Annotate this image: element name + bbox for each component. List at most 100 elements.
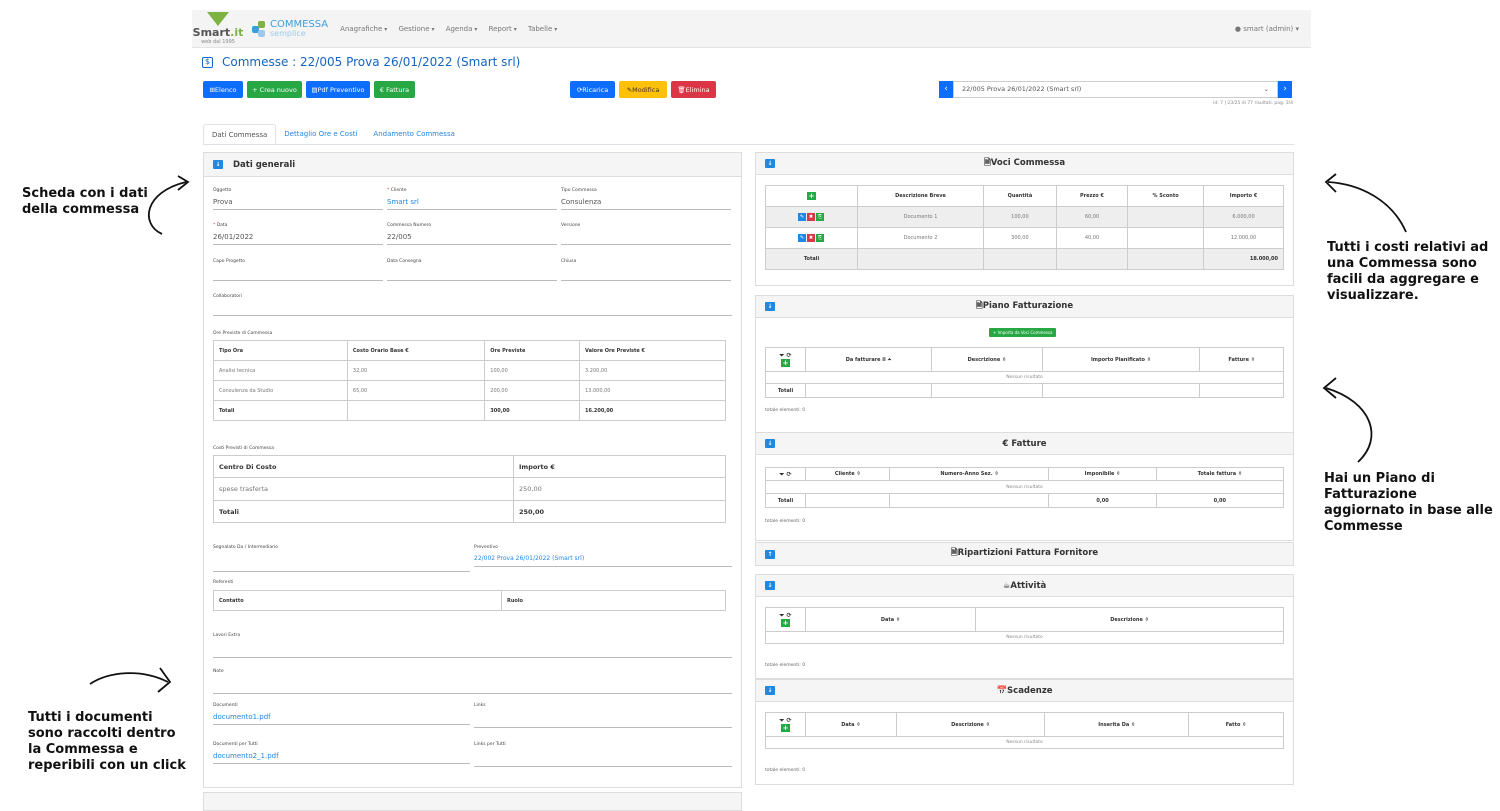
record-select[interactable]: 22/005 Prova 26/01/2022 (Smart srl) ⌄ (953, 81, 1278, 98)
reset-icon[interactable]: ⟳ (786, 717, 791, 724)
page-title: $ Commesse : 22/005 Prova 26/01/2022 (Sma… (202, 55, 520, 69)
table-row: Analisi tecnica 32,00 100,00 3.200,00 (213, 360, 726, 381)
menu-agenda[interactable]: Agenda (446, 25, 478, 33)
totale-elementi: totale elementi: 0 (765, 408, 806, 413)
collapse-toggle[interactable]: ↓ (213, 160, 223, 169)
collapse-toggle[interactable]: ↓ (765, 686, 775, 695)
lavori-extra-field[interactable] (213, 646, 732, 658)
document-icon: 🗎 (975, 300, 983, 311)
annotation-scheda: Scheda con i dati della commessa (22, 186, 148, 217)
reset-icon[interactable]: ⟳ (786, 471, 791, 478)
menu-report[interactable]: Report (489, 25, 517, 33)
document-icon: 🗎 (983, 157, 991, 168)
filter-icon[interactable]: ⏷ (780, 471, 785, 478)
ricarica-button[interactable]: ⟳ Ricarica (570, 81, 615, 98)
arrow-right-top (1324, 173, 1407, 233)
next-record-button[interactable]: › (1278, 81, 1292, 98)
expand-toggle[interactable]: ↑ (765, 549, 775, 559)
chiusa-field[interactable] (561, 269, 731, 281)
links-field[interactable] (474, 716, 732, 728)
filter-icon[interactable]: ⏷ (780, 717, 785, 724)
capo-progetto-field[interactable] (213, 269, 383, 281)
tab-dettaglio-ore[interactable]: Dettaglio Ore e Costi (276, 124, 365, 144)
note-field[interactable] (213, 682, 732, 694)
pdf-preventivo-button[interactable]: ▤ Pdf Preventivo (306, 81, 370, 98)
add-rata-button[interactable]: + (781, 359, 790, 367)
delete-icon[interactable]: ✖ (807, 234, 815, 242)
chiusa-label: Chiusa (561, 259, 577, 264)
table-row: ✎ ✖ ⎘ Documento 1 100,00 60,00 6.000,00 (765, 206, 1284, 228)
documento-tutti-link[interactable]: documento2_1.pdf (213, 752, 470, 764)
prev-record-button[interactable]: ‹ (939, 81, 953, 98)
smart-logo[interactable]: Smart.it web dal 1995 (193, 12, 243, 45)
filter-icon[interactable]: ⏷ (780, 612, 785, 619)
copy-icon[interactable]: ⎘ (816, 213, 824, 221)
cup-icon: ☕ (1002, 580, 1011, 591)
collapse-toggle[interactable]: ↓ (765, 581, 775, 590)
elimina-button[interactable]: 🗑 Elimina (671, 81, 716, 98)
app-window: Smart.it web dal 1995 COMMESSA semplice A… (192, 10, 1311, 811)
fattura-button[interactable]: € Fattura (374, 81, 415, 98)
copy-icon[interactable]: ⎘ (816, 234, 824, 242)
preventivo-link[interactable]: 22/002 Prova 26/01/2022 (Smart srl) (474, 555, 732, 567)
documento-link[interactable]: documento1.pdf (213, 713, 470, 725)
voci-table: + Descrizione Breve Quantità Prezzo €% Scon… (765, 185, 1284, 270)
delete-icon[interactable]: ✖ (807, 213, 815, 221)
menu-tabelle[interactable]: Tabelle (528, 25, 557, 33)
add-voce-button[interactable]: + (807, 192, 816, 200)
filter-icon[interactable]: ⏷ (780, 352, 785, 359)
data-field[interactable]: 26/01/2022 (213, 233, 383, 245)
tab-dati-commessa[interactable]: Dati Commessa (203, 124, 277, 144)
annotation-piano: Hai un Piano di Fatturazione aggiornato … (1324, 471, 1493, 534)
segnalato-field[interactable] (213, 560, 470, 572)
costi-previsti-title: Costi Previsti di Commessa (213, 446, 274, 451)
collapse-toggle[interactable]: ↓ (765, 302, 775, 311)
oggetto-field[interactable]: Prova (213, 198, 383, 210)
consegna-label: Data Consegna (387, 259, 422, 264)
reset-icon[interactable]: ⟳ (786, 612, 791, 619)
tab-andamento[interactable]: Andamento Commessa (365, 124, 462, 144)
empty-message: Nessun risultato (765, 736, 1284, 749)
tipo-label: Tipo Commessa (561, 188, 597, 193)
data-label: * Data (213, 223, 228, 228)
edit-icon[interactable]: ✎ (798, 213, 806, 221)
tipo-commessa-field[interactable]: Consulenza (561, 198, 731, 210)
add-scadenza-button[interactable]: + (781, 724, 790, 732)
totals-row: Totali 250,00 (213, 500, 726, 523)
collapse-toggle[interactable]: ↓ (765, 439, 775, 448)
commessa-logo[interactable]: COMMESSA semplice (252, 19, 328, 38)
menu-gestione[interactable]: Gestione (398, 25, 434, 33)
user-menu[interactable]: ● smart (admin) ▾ (1235, 25, 1299, 33)
links-tutti-label: Links per Tutti (474, 742, 506, 747)
data-consegna-field[interactable] (387, 269, 557, 281)
scadenze-panel: ↓ 📅Scadenze ⏷ ⟳ + Data ⇳ Descrizione ⇳ Inseri… (755, 679, 1294, 785)
dollar-icon: $ (202, 56, 213, 68)
importa-voci-button[interactable]: + Importa da Voci Commessa (989, 328, 1057, 337)
totale-elementi: totale elementi: 0 (765, 663, 806, 668)
referenti-label: Referenti (213, 580, 234, 585)
modifica-button[interactable]: ✎ Modifica (619, 81, 667, 98)
edit-icon[interactable]: ✎ (798, 234, 806, 242)
fatture-panel: ↓ € Fatture ⏷ ⟳ Cliente ⇳ Numero-Anno Sez. … (755, 432, 1294, 541)
crea-nuovo-button[interactable]: + Crea nuovo (247, 81, 302, 98)
pager-info: id: 7 | 23/25 di 77 risultati. pag. 3/4 (1213, 101, 1293, 106)
cliente-field[interactable]: Smart srl (387, 198, 557, 210)
add-attivita-button[interactable]: + (781, 619, 790, 627)
chevron-down-icon: ⌄ (1263, 85, 1269, 93)
collapse-toggle[interactable]: ↓ (765, 159, 775, 168)
scadenze-table: ⏷ ⟳ + Data ⇳ Descrizione ⇳ Inserita Da ⇳ Fatt… (765, 712, 1284, 749)
numero-field[interactable]: 22/005 (387, 233, 557, 245)
totals-row: Totali (765, 383, 1284, 398)
menu-anagrafiche[interactable]: Anagrafiche (340, 25, 387, 33)
preventivo-label: Preventivo (474, 545, 498, 550)
collaboratori-field[interactable] (213, 304, 732, 316)
elenco-button[interactable]: ⊞ Elenco (203, 81, 243, 98)
reset-icon[interactable]: ⟳ (786, 352, 791, 359)
documenti-label: Documenti (213, 703, 238, 708)
record-pager: ‹ 22/005 Prova 26/01/2022 (Smart srl) ⌄ › (939, 81, 1292, 98)
links-tutti-field[interactable] (474, 755, 732, 767)
totals-row: Totali 300,00 16.200,00 (213, 400, 726, 421)
versione-field[interactable] (561, 233, 731, 245)
dati-generali-panel: ↓ Dati generali Oggetto Prova * Cliente Sma… (203, 152, 742, 788)
empty-message: Nessun risultato (765, 371, 1284, 384)
